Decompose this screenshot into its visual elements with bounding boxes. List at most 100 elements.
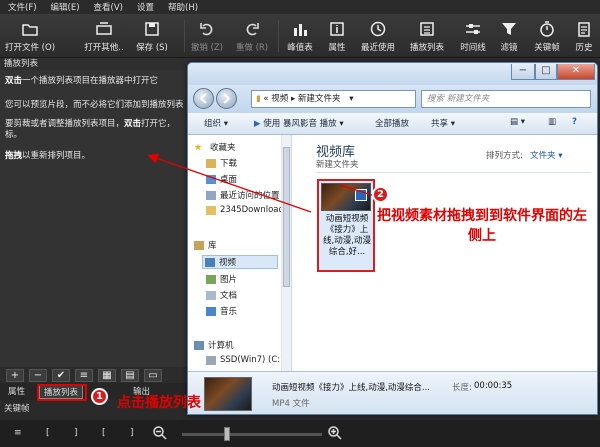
zoom-in-icon[interactable] — [327, 425, 343, 441]
recent-places-icon — [206, 190, 216, 200]
address-dropdown-icon[interactable]: ▾ — [349, 94, 353, 104]
explorer-command-bar: 组织 ▾ ▶ 使用 暴风影音 播放 ▾ 全部播放 共享 ▾ ▤ ▾ ▥ ? — [188, 113, 597, 135]
history-button[interactable]: 历史 — [554, 16, 600, 56]
download-folder-icon — [206, 158, 216, 168]
address-bar[interactable]: ▮ « 视频 ▸ 新建文件夹 ▾ — [251, 90, 416, 108]
nav-libraries[interactable]: 库 — [194, 239, 217, 251]
desktop-icon — [206, 174, 216, 184]
search-input[interactable]: 搜索 新建文件夹 — [421, 90, 591, 108]
breadcrumb-videos[interactable]: 视频 — [271, 94, 288, 104]
playlist-add-button[interactable]: + — [6, 369, 24, 382]
nav-scrollbar[interactable] — [281, 135, 291, 371]
playlist-remove-button[interactable]: − — [29, 369, 47, 382]
navigation-pane: ★ 收藏夹 下载 桌面 最近访问的位置 2345Download: 库 视频 图片… — [188, 135, 291, 371]
details-file-type: MP4 文件 — [272, 399, 310, 409]
nav-recent-places[interactable]: 最近访问的位置 — [206, 189, 280, 201]
library-divider — [316, 172, 591, 173]
menu-bar: 文件(F) 编辑(E) 查看(V) 设置 帮助(H) — [0, 0, 600, 14]
view-options-icon[interactable]: ▤ ▾ — [510, 117, 525, 127]
nav-favorites[interactable]: ★ 收藏夹 — [194, 141, 236, 154]
menu-settings[interactable]: 设置 — [137, 1, 154, 13]
computer-icon — [194, 340, 204, 350]
details-length-label: 长度: — [452, 383, 472, 393]
drive-icon — [206, 355, 216, 365]
organize-button[interactable]: 组织 ▾ — [204, 117, 228, 129]
recent-clock-icon — [370, 21, 386, 37]
playlist-hint-4: 标。 — [5, 130, 23, 140]
play-icon: ▶ — [254, 119, 261, 129]
keyframes-set-in-button[interactable]: [ — [46, 428, 50, 438]
zoom-slider-track[interactable] — [182, 433, 322, 436]
history-icon — [578, 22, 590, 37]
nav-desktop[interactable]: 桌面 — [206, 173, 237, 185]
minimize-button[interactable]: − — [511, 64, 535, 80]
nav-scrollbar-thumb[interactable] — [283, 147, 290, 287]
forward-button[interactable] — [216, 88, 237, 109]
open-with-button[interactable]: ▶ 使用 暴风影音 播放 ▾ — [254, 117, 344, 129]
explorer-caption-bar: − □ ✕ — [188, 63, 597, 85]
keyframes-set-in-button-2[interactable]: [ — [102, 428, 106, 438]
tab-properties[interactable]: 属性 — [4, 385, 29, 399]
nav-music[interactable]: 音乐 — [206, 305, 237, 317]
nav-pictures[interactable]: 图片 — [206, 273, 237, 285]
main-toolbar: 打开文件 (O) 打开其他.. 保存 (S) 撤销 (Z) 重做 (R) 峰值表… — [0, 14, 600, 58]
zoom-out-icon[interactable] — [152, 425, 168, 441]
step-1-badge: 1 — [91, 388, 108, 405]
details-thumbnail — [204, 377, 252, 411]
breadcrumb-new-folder[interactable]: 新建文件夹 — [298, 94, 341, 104]
nav-drive-c[interactable]: SSD(Win7) (C:) — [206, 355, 283, 365]
help-icon[interactable]: ? — [572, 117, 577, 127]
music-icon — [206, 306, 216, 316]
keyframes-set-out-button-2[interactable]: ] — [130, 428, 134, 438]
keyframes-menu-button[interactable]: ≡ — [14, 428, 22, 438]
nav-2345download[interactable]: 2345Download: — [206, 205, 287, 215]
save-icon — [145, 22, 159, 36]
keyframes-panel-title: 关键帧 — [4, 404, 30, 414]
step-2-instruction: 把视频素材拖拽到到软件界面的左侧上 — [377, 208, 587, 244]
playlist-hint-2: 您可以预览片段，而不必将它们添加到播放列表 — [5, 100, 184, 110]
menu-file[interactable]: 文件(F) — [8, 1, 37, 13]
maximize-button[interactable]: □ — [535, 64, 557, 80]
open-file-button[interactable]: 打开文件 (O) — [0, 16, 60, 56]
details-length-value: 00:00:35 — [474, 381, 513, 391]
open-other-icon — [96, 22, 112, 35]
file-name: 动画短视频《接力》上线,动漫,动漫综合,好... — [323, 214, 371, 257]
nav-videos[interactable]: 视频 — [202, 255, 278, 269]
playlist-menu-button[interactable]: ▭ — [144, 369, 162, 382]
menu-edit[interactable]: 编辑(E) — [51, 1, 80, 13]
keyframes-set-out-button[interactable]: ] — [74, 428, 78, 438]
nav-downloads[interactable]: 下载 — [206, 157, 237, 169]
nav-documents[interactable]: 文档 — [206, 289, 237, 301]
nav-computer[interactable]: 计算机 — [194, 339, 234, 351]
sort-label: 排列方式: — [486, 151, 523, 161]
back-arrow-icon — [199, 93, 207, 104]
preview-pane-icon[interactable]: ▥ — [548, 117, 556, 127]
back-button[interactable] — [193, 88, 214, 109]
folder-icon: ▮ — [256, 94, 261, 104]
star-icon: ★ — [194, 142, 203, 153]
filter-icon — [502, 23, 516, 35]
menu-view[interactable]: 查看(V) — [94, 1, 123, 13]
undo-icon — [200, 23, 213, 36]
file-content-pane[interactable]: 视频库 新建文件夹 排列方式: 文件夹 ▾ 动画短视频《接力》上线,动漫,动漫综… — [292, 135, 597, 371]
folder-icon — [206, 205, 216, 215]
playlist-update-button[interactable]: ✔ — [52, 369, 70, 382]
details-pane: 动画短视频《接力》上线,动漫,动漫综合... 长度: 00:00:35 MP4 … — [188, 371, 597, 414]
playlist-icons-view-button[interactable]: ▤ — [121, 369, 139, 382]
video-file-item[interactable]: 动画短视频《接力》上线,动漫,动漫综合,好... — [317, 179, 375, 272]
playlist-tiles-view-button[interactable]: ▦ — [98, 369, 116, 382]
play-all-button[interactable]: 全部播放 — [375, 117, 409, 129]
forward-arrow-icon — [223, 93, 231, 104]
share-button[interactable]: 共享 ▾ — [431, 117, 455, 129]
library-icon — [194, 240, 204, 250]
save-button[interactable]: 保存 (S) — [122, 16, 182, 56]
keyframes-toolbar: ≡ [ ] [ ] — [0, 420, 600, 447]
zoom-slider-handle[interactable] — [224, 427, 230, 441]
pictures-icon — [206, 274, 216, 284]
playlist-details-view-button[interactable]: ≡ — [75, 369, 93, 382]
video-file-icon — [355, 189, 367, 201]
close-button[interactable]: ✕ — [557, 64, 595, 80]
details-file-name: 动画短视频《接力》上线,动漫,动漫综合... — [272, 383, 431, 393]
sort-dropdown[interactable]: 文件夹 ▾ — [530, 149, 562, 161]
menu-help[interactable]: 帮助(H) — [168, 1, 198, 13]
